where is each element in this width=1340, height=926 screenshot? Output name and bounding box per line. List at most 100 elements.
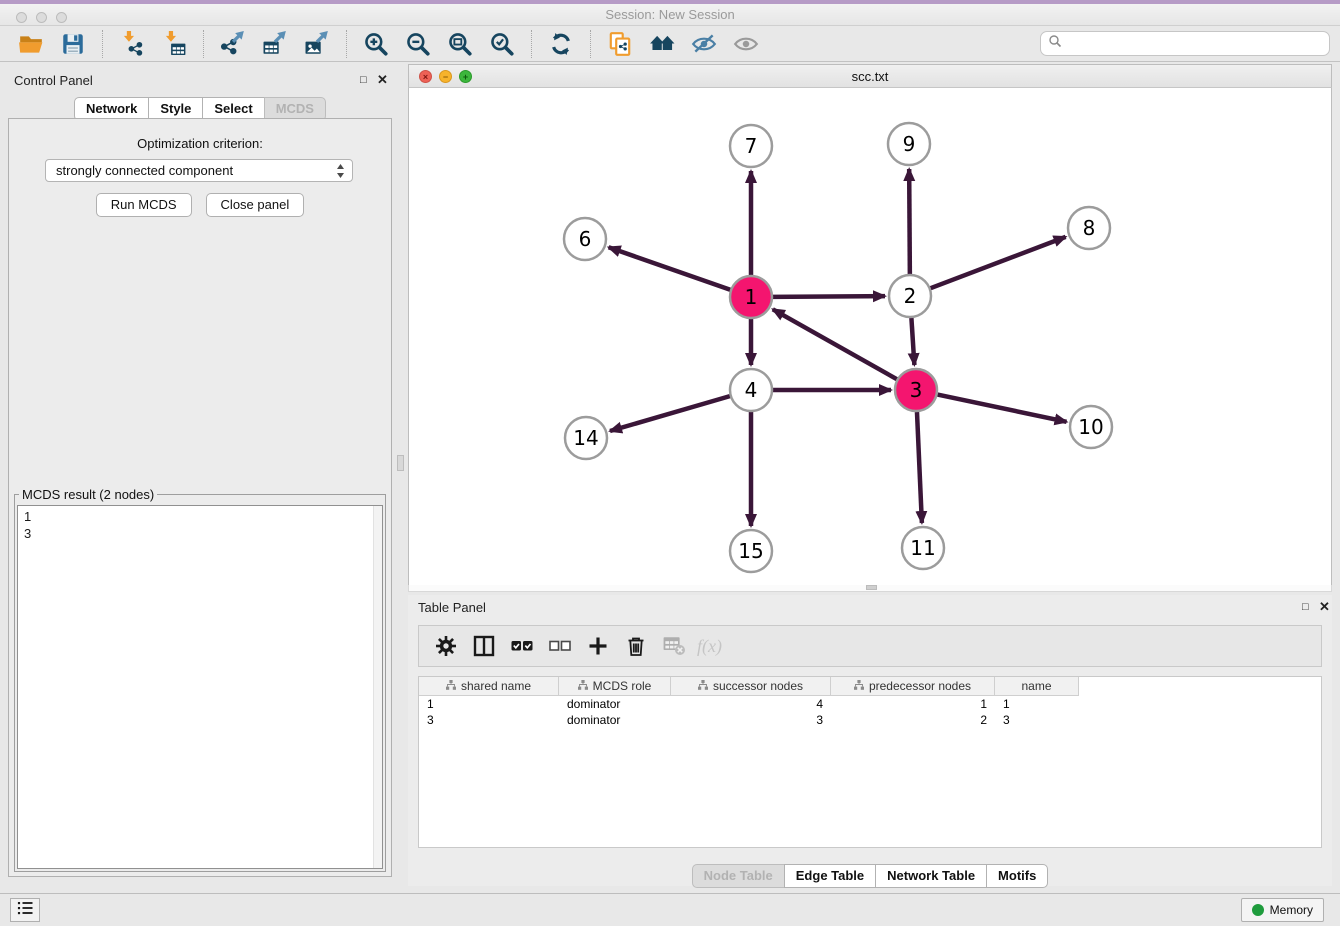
node-table[interactable]: shared nameMCDS rolesuccessor nodesprede… [418, 676, 1322, 848]
graph-node-2[interactable]: 2 [889, 275, 931, 317]
export-image-icon[interactable] [302, 29, 332, 59]
status-bar: Memory [0, 893, 1340, 926]
table-cell[interactable]: dominator [559, 712, 671, 728]
table-float-icon[interactable]: □ [1302, 601, 1309, 613]
splitter-grip[interactable] [397, 455, 404, 471]
shared-column-icon [698, 679, 708, 693]
tab-network-table[interactable]: Network Table [875, 864, 987, 888]
settings-icon[interactable] [431, 631, 461, 661]
mcds-result-box: MCDS result (2 nodes) 1 3 [14, 494, 386, 872]
graph-node-6[interactable]: 6 [564, 218, 606, 260]
export-network-icon[interactable] [218, 29, 248, 59]
table-cell[interactable]: 3 [995, 712, 1079, 728]
save-icon[interactable] [58, 29, 88, 59]
column-header-predecessor-nodes[interactable]: predecessor nodes [831, 677, 995, 696]
column-header-MCDS-role[interactable]: MCDS role [559, 677, 671, 696]
graph-edge-2-8[interactable] [931, 237, 1066, 288]
columns-icon[interactable] [469, 631, 499, 661]
hide-details-icon[interactable] [689, 29, 719, 59]
delete-icon[interactable] [621, 631, 651, 661]
column-header-shared-name[interactable]: shared name [419, 677, 559, 696]
shared-column-icon [578, 679, 588, 693]
float-panel-icon[interactable]: □ [360, 74, 367, 86]
graph-node-1[interactable]: 1 [730, 276, 772, 318]
result-scrollbar[interactable] [373, 506, 382, 868]
table-row[interactable]: 3dominator323 [419, 712, 1321, 728]
table-cell[interactable]: 1 [419, 696, 559, 712]
table-panel-tabs: Node TableEdge TableNetwork TableMotifs [408, 864, 1332, 888]
table-close-icon[interactable]: ✕ [1319, 599, 1330, 615]
table-cell[interactable]: 1 [995, 696, 1079, 712]
table-cell[interactable]: 1 [831, 696, 995, 712]
network-resize-grip[interactable] [866, 585, 877, 590]
zoom-out-icon[interactable] [403, 29, 433, 59]
control-panel-title: Control Panel [14, 73, 93, 88]
graph-node-14[interactable]: 14 [565, 417, 607, 459]
export-table-icon[interactable] [260, 29, 290, 59]
graph-node-8[interactable]: 8 [1068, 207, 1110, 249]
add-icon[interactable] [583, 631, 613, 661]
graph-node-15[interactable]: 15 [730, 530, 772, 572]
open-icon[interactable] [16, 29, 46, 59]
graph-edge-4-14[interactable] [610, 396, 730, 431]
zoom-in-icon[interactable] [361, 29, 391, 59]
svg-text:15: 15 [738, 539, 763, 563]
tab-node-table[interactable]: Node Table [692, 864, 785, 888]
table-cell[interactable]: 2 [831, 712, 995, 728]
svg-text:7: 7 [745, 134, 758, 158]
network-graph[interactable]: 1 2 3 4 6 7 8 9 10 11 14 15 [409, 88, 1333, 585]
mcds-result-text[interactable]: 1 3 [17, 505, 383, 869]
graph-node-11[interactable]: 11 [902, 527, 944, 569]
graph-node-4[interactable]: 4 [730, 369, 772, 411]
delete-table-icon [659, 631, 689, 661]
graph-edge-1-6[interactable] [609, 247, 731, 289]
graph-edge-3-11[interactable] [917, 412, 922, 523]
column-header-successor-nodes[interactable]: successor nodes [671, 677, 831, 696]
table-cell[interactable]: dominator [559, 696, 671, 712]
column-header-name[interactable]: name [995, 677, 1079, 696]
refresh-icon[interactable] [546, 29, 576, 59]
graph-edge-2-9[interactable] [909, 169, 910, 274]
graph-edge-2-3[interactable] [911, 318, 914, 365]
shared-column-icon [446, 679, 456, 693]
application-window: Session: New Session Control Panel □ ✕ N… [0, 0, 1340, 926]
memory-label: Memory [1270, 903, 1313, 917]
svg-text:10: 10 [1078, 415, 1103, 439]
task-history-button[interactable] [10, 898, 40, 922]
table-cell[interactable]: 3 [419, 712, 559, 728]
table-cell[interactable]: 4 [671, 696, 831, 712]
memory-button[interactable]: Memory [1241, 898, 1324, 922]
zoom-selected-icon[interactable] [487, 29, 517, 59]
graph-node-10[interactable]: 10 [1070, 406, 1112, 448]
graph-node-9[interactable]: 9 [888, 123, 930, 165]
select-none-icon[interactable] [545, 631, 575, 661]
close-panel-icon[interactable]: ✕ [377, 72, 388, 88]
tab-motifs[interactable]: Motifs [986, 864, 1048, 888]
network-canvas[interactable]: 1 2 3 4 6 7 8 9 10 11 14 15 [408, 88, 1332, 585]
graph-edge-3-10[interactable] [938, 395, 1067, 422]
memory-status-icon [1252, 904, 1264, 916]
table-cell[interactable]: 3 [671, 712, 831, 728]
home-icon[interactable] [647, 29, 677, 59]
network-window-titlebar[interactable]: × − + scc.txt [408, 64, 1332, 88]
graph-node-3[interactable]: 3 [895, 369, 937, 411]
tab-edge-table[interactable]: Edge Table [784, 864, 876, 888]
graph-edge-1-2[interactable] [773, 296, 885, 297]
clone-network-icon[interactable] [605, 29, 635, 59]
table-row[interactable]: 1dominator411 [419, 696, 1321, 712]
search-box[interactable] [1040, 31, 1330, 56]
import-table-icon[interactable] [159, 29, 189, 59]
search-input[interactable] [1067, 36, 1329, 51]
run-mcds-button[interactable]: Run MCDS [96, 193, 192, 217]
criterion-dropdown[interactable]: strongly connected component [45, 159, 353, 182]
show-details-icon[interactable] [731, 29, 761, 59]
graph-node-7[interactable]: 7 [730, 125, 772, 167]
svg-text:9: 9 [903, 132, 916, 156]
graph-edge-3-1[interactable] [773, 309, 897, 379]
import-network-icon[interactable] [117, 29, 147, 59]
search-icon [1048, 34, 1062, 53]
select-all-icon[interactable] [507, 631, 537, 661]
table-panel: Table Panel □ ✕ f(x) shared nameMCDS rol… [408, 595, 1332, 886]
close-panel-button[interactable]: Close panel [206, 193, 305, 217]
zoom-fit-icon[interactable] [445, 29, 475, 59]
